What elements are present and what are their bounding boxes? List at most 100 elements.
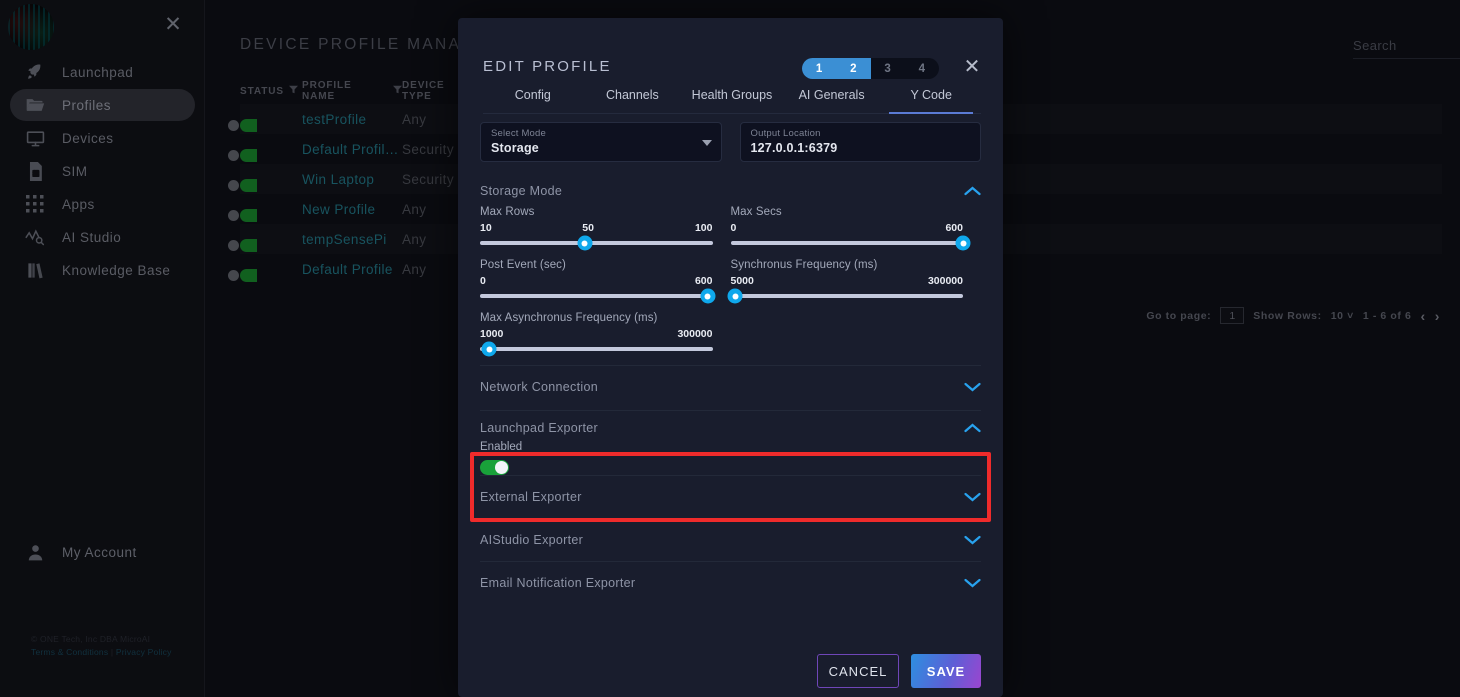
email-notification-exporter-section-header[interactable]: Email Notification Exporter (480, 562, 981, 604)
sidebar-item-knowledge-base[interactable]: Knowledge Base (10, 254, 195, 286)
sidebar: ✕ Launchpad Profiles Devices SIM Apps AI… (0, 0, 205, 697)
dialog-footer: CANCEL SAVE (458, 645, 1003, 697)
pagination: Go to page: Show Rows: 10 ˅ 1 - 6 of 6 ‹… (1146, 307, 1440, 324)
storage-mode-section-header[interactable]: Storage Mode (480, 176, 981, 206)
chevron-down-icon[interactable] (964, 576, 981, 591)
slider-knob[interactable] (727, 288, 743, 304)
launchpad-exporter-header[interactable]: Launchpad Exporter (480, 413, 981, 443)
search-input[interactable] (1353, 33, 1460, 58)
step-1[interactable]: 1 (802, 58, 837, 79)
launchpad-enabled-toggle[interactable] (480, 460, 509, 475)
step-3[interactable]: 3 (871, 58, 905, 79)
chevron-right-icon[interactable]: › (1435, 308, 1440, 324)
filter-icon[interactable] (288, 85, 298, 97)
row-profile-name[interactable]: Default Profil… (302, 142, 402, 157)
output-location-label: Output Location (750, 128, 821, 139)
sidebar-item-label: Devices (62, 130, 114, 146)
sidebar-item-devices[interactable]: Devices (10, 122, 195, 154)
app-logo (8, 4, 60, 50)
sidebar-item-label: SIM (62, 163, 88, 179)
network-connection-section-header[interactable]: Network Connection (480, 366, 981, 408)
dialog-body: Select Mode Storage Output Location 127.… (458, 118, 1003, 645)
storage-mode-title: Storage Mode (480, 184, 563, 198)
row-profile-name[interactable]: tempSensePi (302, 232, 402, 247)
tab-config[interactable]: Config (483, 84, 583, 113)
aistudio-exporter-section-header[interactable]: AIStudio Exporter (480, 519, 981, 561)
row-profile-name[interactable]: testProfile (302, 112, 402, 127)
external-exporter-section-header[interactable]: External Exporter (480, 476, 981, 518)
email-notification-exporter-section-title: Email Notification Exporter (480, 576, 636, 590)
slider-track[interactable] (727, 288, 963, 304)
sidebar-item-launchpad[interactable]: Launchpad (10, 56, 195, 88)
row-profile-name[interactable]: New Profile (302, 202, 402, 217)
tab-ai-generals[interactable]: AI Generals (782, 84, 882, 113)
filter-icon[interactable] (393, 85, 402, 97)
monitor-icon (18, 127, 52, 149)
slider-2[interactable]: Max Secs 0 600 (730, 206, 982, 251)
launchpad-exporter-section: Launchpad Exporter Enabled (480, 410, 981, 475)
slider-max: 600 (694, 275, 713, 287)
column-header-profile-name[interactable]: PROFILE NAME (302, 80, 402, 102)
chevron-up-icon[interactable] (964, 184, 981, 199)
network-connection-section[interactable]: Network Connection (480, 365, 981, 408)
sidebar-item-profiles[interactable]: Profiles (10, 89, 195, 121)
tab-health-groups[interactable]: Health Groups (682, 84, 782, 113)
storage-mode-sliders: Max Rows 10 50 100 Max Secs 0 600 Post Event (s… (480, 206, 981, 365)
slider-track[interactable] (730, 235, 971, 251)
slider-knob[interactable] (577, 235, 593, 251)
search-field[interactable] (1353, 33, 1460, 59)
save-button[interactable]: SAVE (911, 654, 981, 688)
slider-knob[interactable] (481, 341, 497, 357)
privacy-link[interactable]: Privacy Policy (116, 647, 172, 657)
chevron-up-icon[interactable] (964, 421, 981, 436)
slider-5[interactable]: Max Asynchronus Frequency (ms) 1000 300000 (480, 312, 731, 357)
chevron-down-icon[interactable] (964, 380, 981, 395)
sidebar-item-apps[interactable]: Apps (10, 188, 195, 220)
slider-track[interactable] (480, 341, 713, 357)
slider-knob[interactable] (700, 288, 716, 304)
slider-track[interactable] (480, 235, 713, 251)
slider-max: 100 (694, 222, 713, 234)
slider-label: Post Event (sec) (480, 259, 566, 271)
collapsed-sections-bottom: External Exporter AIStudio Exporter Email … (480, 475, 981, 604)
footer-separator: | (108, 647, 116, 657)
slider-4[interactable]: Synchronus Frequency (ms) 5000 300000 (727, 259, 982, 304)
output-location-field[interactable]: Output Location 127.0.0.1:6379 (739, 122, 981, 162)
chevron-down-icon[interactable] (701, 140, 712, 146)
chevron-left-icon[interactable]: ‹ (1420, 308, 1425, 324)
step-4[interactable]: 4 (905, 58, 939, 79)
slider-min: 10 (480, 222, 492, 234)
column-label: DEVICE TYPE (402, 80, 445, 102)
chevron-down-icon[interactable] (964, 533, 981, 548)
rows-per-page-select[interactable]: 10 ˅ (1331, 310, 1354, 322)
external-exporter-section[interactable]: External Exporter (480, 475, 981, 518)
tab-y-code[interactable]: Y Code (881, 84, 981, 114)
step-2[interactable]: 2 (836, 58, 871, 79)
column-label: STATUS (240, 85, 284, 97)
select-mode-label: Select Mode (491, 128, 547, 139)
terms-link[interactable]: Terms & Conditions (31, 647, 108, 657)
sidebar-nav: Launchpad Profiles Devices SIM Apps AI S… (10, 56, 195, 287)
close-icon[interactable]: ✕ (961, 57, 983, 79)
row-profile-name[interactable]: Win Laptop (302, 172, 402, 187)
chevron-down-icon[interactable] (964, 490, 981, 505)
slider-3[interactable]: Post Event (sec) 0 600 (480, 259, 731, 304)
analytics-icon (18, 226, 52, 248)
sim-card-icon (18, 160, 52, 182)
sidebar-item-ai-studio[interactable]: AI Studio (10, 221, 195, 253)
sidebar-close-icon[interactable]: ✕ (162, 14, 184, 36)
sidebar-item-sim[interactable]: SIM (10, 155, 195, 187)
tab-channels[interactable]: Channels (583, 84, 683, 113)
cancel-button[interactable]: CANCEL (817, 654, 899, 688)
email-notification-exporter-section[interactable]: Email Notification Exporter (480, 561, 981, 604)
select-mode-dropdown[interactable]: Select Mode Storage (480, 122, 722, 162)
goto-page-input[interactable] (1220, 307, 1245, 324)
slider-1[interactable]: Max Rows 10 50 100 (480, 206, 731, 251)
slider-track[interactable] (480, 288, 716, 304)
column-header-status[interactable]: STATUS (240, 85, 302, 97)
sidebar-item-my-account[interactable]: My Account (10, 536, 137, 568)
step-indicator: 1 2 3 4 (802, 58, 939, 79)
row-profile-name[interactable]: Default Profile (302, 262, 402, 277)
slider-knob[interactable] (955, 235, 971, 251)
aistudio-exporter-section[interactable]: AIStudio Exporter (480, 518, 981, 561)
